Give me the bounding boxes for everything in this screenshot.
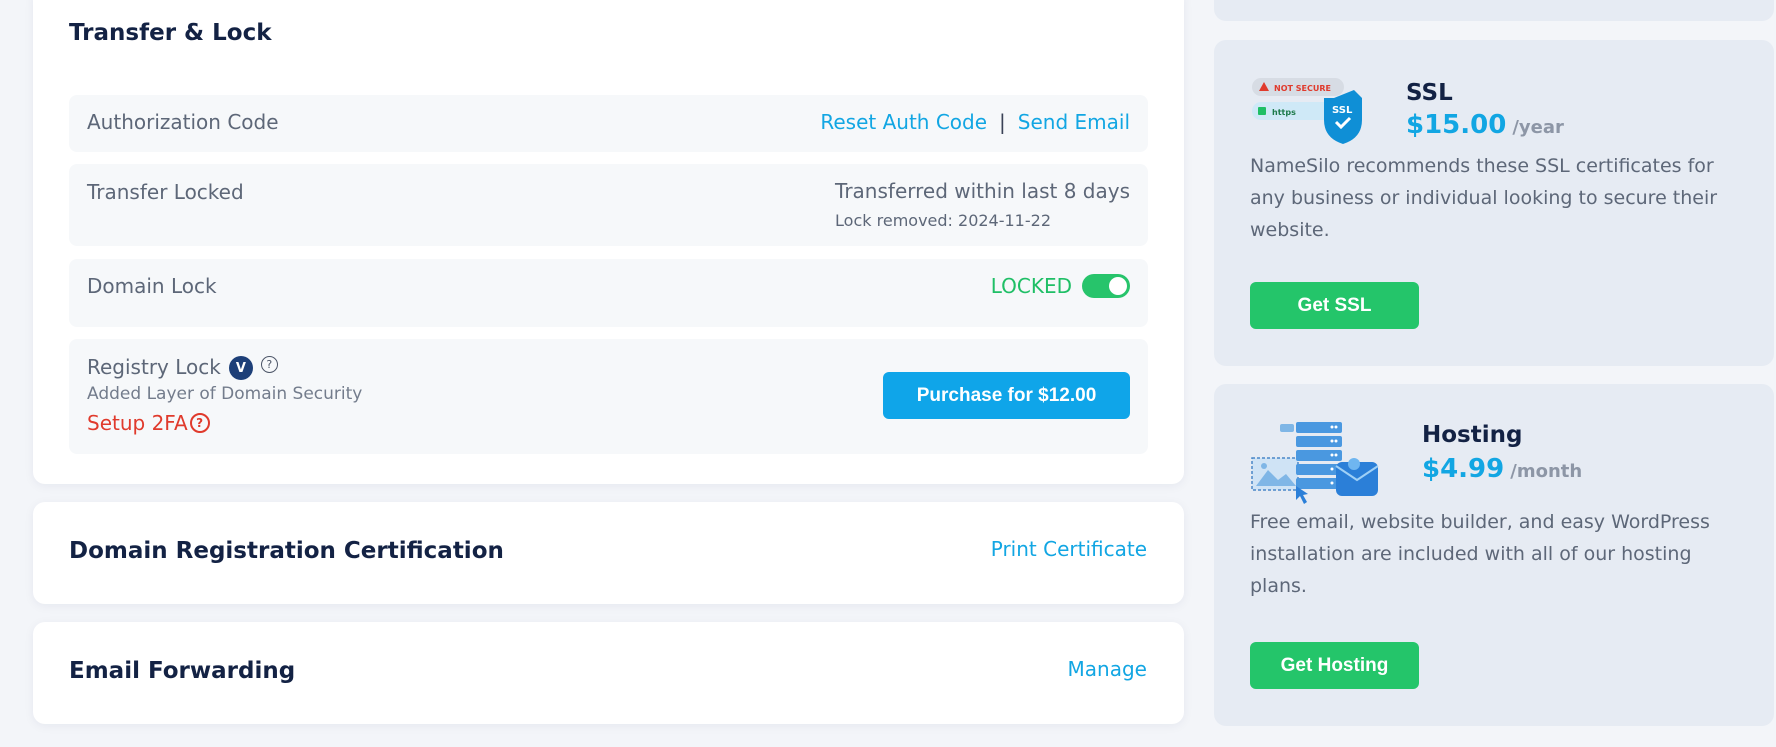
- hosting-price: $4.99 /month: [1422, 454, 1582, 484]
- registry-lock-label: Registry Lock: [87, 354, 221, 379]
- hosting-price-amount: $4.99: [1422, 454, 1505, 484]
- help-icon[interactable]: ?: [260, 356, 278, 373]
- transfer-status-text: Transferred within last 8 days: [835, 179, 1130, 203]
- domain-lock-toggle[interactable]: [1082, 274, 1130, 298]
- email-forwarding-title: Email Forwarding: [69, 658, 296, 684]
- registry-lock-row: Registry Lock V ? Added Layer of Domain …: [69, 339, 1148, 454]
- ssl-price-amount: $15.00: [1406, 110, 1507, 140]
- purchase-registry-lock-button[interactable]: Purchase for $12.00: [883, 372, 1130, 419]
- hosting-price-period: /month: [1510, 461, 1583, 482]
- ssl-price-period: /year: [1512, 117, 1564, 138]
- warning-help-icon: ?: [189, 413, 210, 433]
- domain-lock-status: LOCKED: [991, 274, 1130, 298]
- hosting-promo-card: Hosting $4.99 /month Free email, website…: [1214, 384, 1774, 726]
- hosting-illustration: [1250, 420, 1382, 506]
- transfer-locked-label: Transfer Locked: [87, 180, 244, 204]
- promo-card-partial: [1214, 0, 1774, 21]
- certification-title: Domain Registration Certification: [69, 538, 504, 564]
- registry-lock-heading: Registry Lock V ?: [87, 353, 278, 380]
- transfer-lock-title: Transfer & Lock: [69, 20, 272, 46]
- reset-auth-code-link[interactable]: Reset Auth Code: [820, 110, 987, 134]
- authorization-code-label: Authorization Code: [87, 110, 279, 134]
- email-forwarding-card: Email Forwarding Manage: [33, 622, 1184, 724]
- certification-card: Domain Registration Certification Print …: [33, 502, 1184, 604]
- domain-lock-row: Domain Lock LOCKED: [69, 259, 1148, 327]
- lock-removed-date: Lock removed: 2024-11-22: [835, 211, 1051, 230]
- print-certificate-link[interactable]: Print Certificate: [991, 537, 1147, 561]
- ssl-shield-text: SSL: [1332, 105, 1353, 116]
- get-hosting-button[interactable]: Get Hosting: [1250, 642, 1419, 689]
- transfer-lock-card: Transfer & Lock Authorization Code Reset…: [33, 0, 1184, 484]
- manage-email-forwarding-link[interactable]: Manage: [1068, 657, 1147, 681]
- ssl-price: $15.00 /year: [1406, 110, 1564, 140]
- ssl-description: NameSilo recommends these SSL certificat…: [1250, 155, 1718, 241]
- setup-2fa-label: Setup 2FA: [87, 411, 188, 435]
- transfer-locked-row: Transfer Locked Transferred within last …: [69, 164, 1148, 246]
- hosting-description: Free email, website builder, and easy Wo…: [1250, 511, 1710, 597]
- ssl-title: SSL: [1406, 80, 1453, 106]
- transfer-status: Transferred within last 8 days Lock remo…: [835, 179, 1130, 230]
- authorization-actions: Reset Auth Code | Send Email: [820, 110, 1130, 134]
- get-ssl-button[interactable]: Get SSL: [1250, 282, 1419, 329]
- https-text: https: [1272, 108, 1296, 117]
- ssl-illustration: NOT SECURE https SSL: [1250, 76, 1366, 146]
- locked-status-text: LOCKED: [990, 274, 1072, 298]
- setup-2fa-link[interactable]: Setup 2FA ?: [87, 411, 210, 435]
- authorization-code-row: Authorization Code Reset Auth Code | Sen…: [69, 95, 1148, 152]
- registry-lock-subtitle: Added Layer of Domain Security: [87, 384, 363, 404]
- ssl-promo-card: NOT SECURE https SSL SSL $15.00 /year Na…: [1214, 40, 1774, 366]
- domain-lock-label: Domain Lock: [87, 274, 217, 298]
- hosting-title: Hosting: [1422, 422, 1523, 448]
- link-separator: |: [999, 110, 1006, 134]
- not-secure-text: NOT SECURE: [1274, 84, 1331, 93]
- send-email-link[interactable]: Send Email: [1018, 110, 1130, 134]
- verisign-badge-icon: V: [228, 356, 253, 380]
